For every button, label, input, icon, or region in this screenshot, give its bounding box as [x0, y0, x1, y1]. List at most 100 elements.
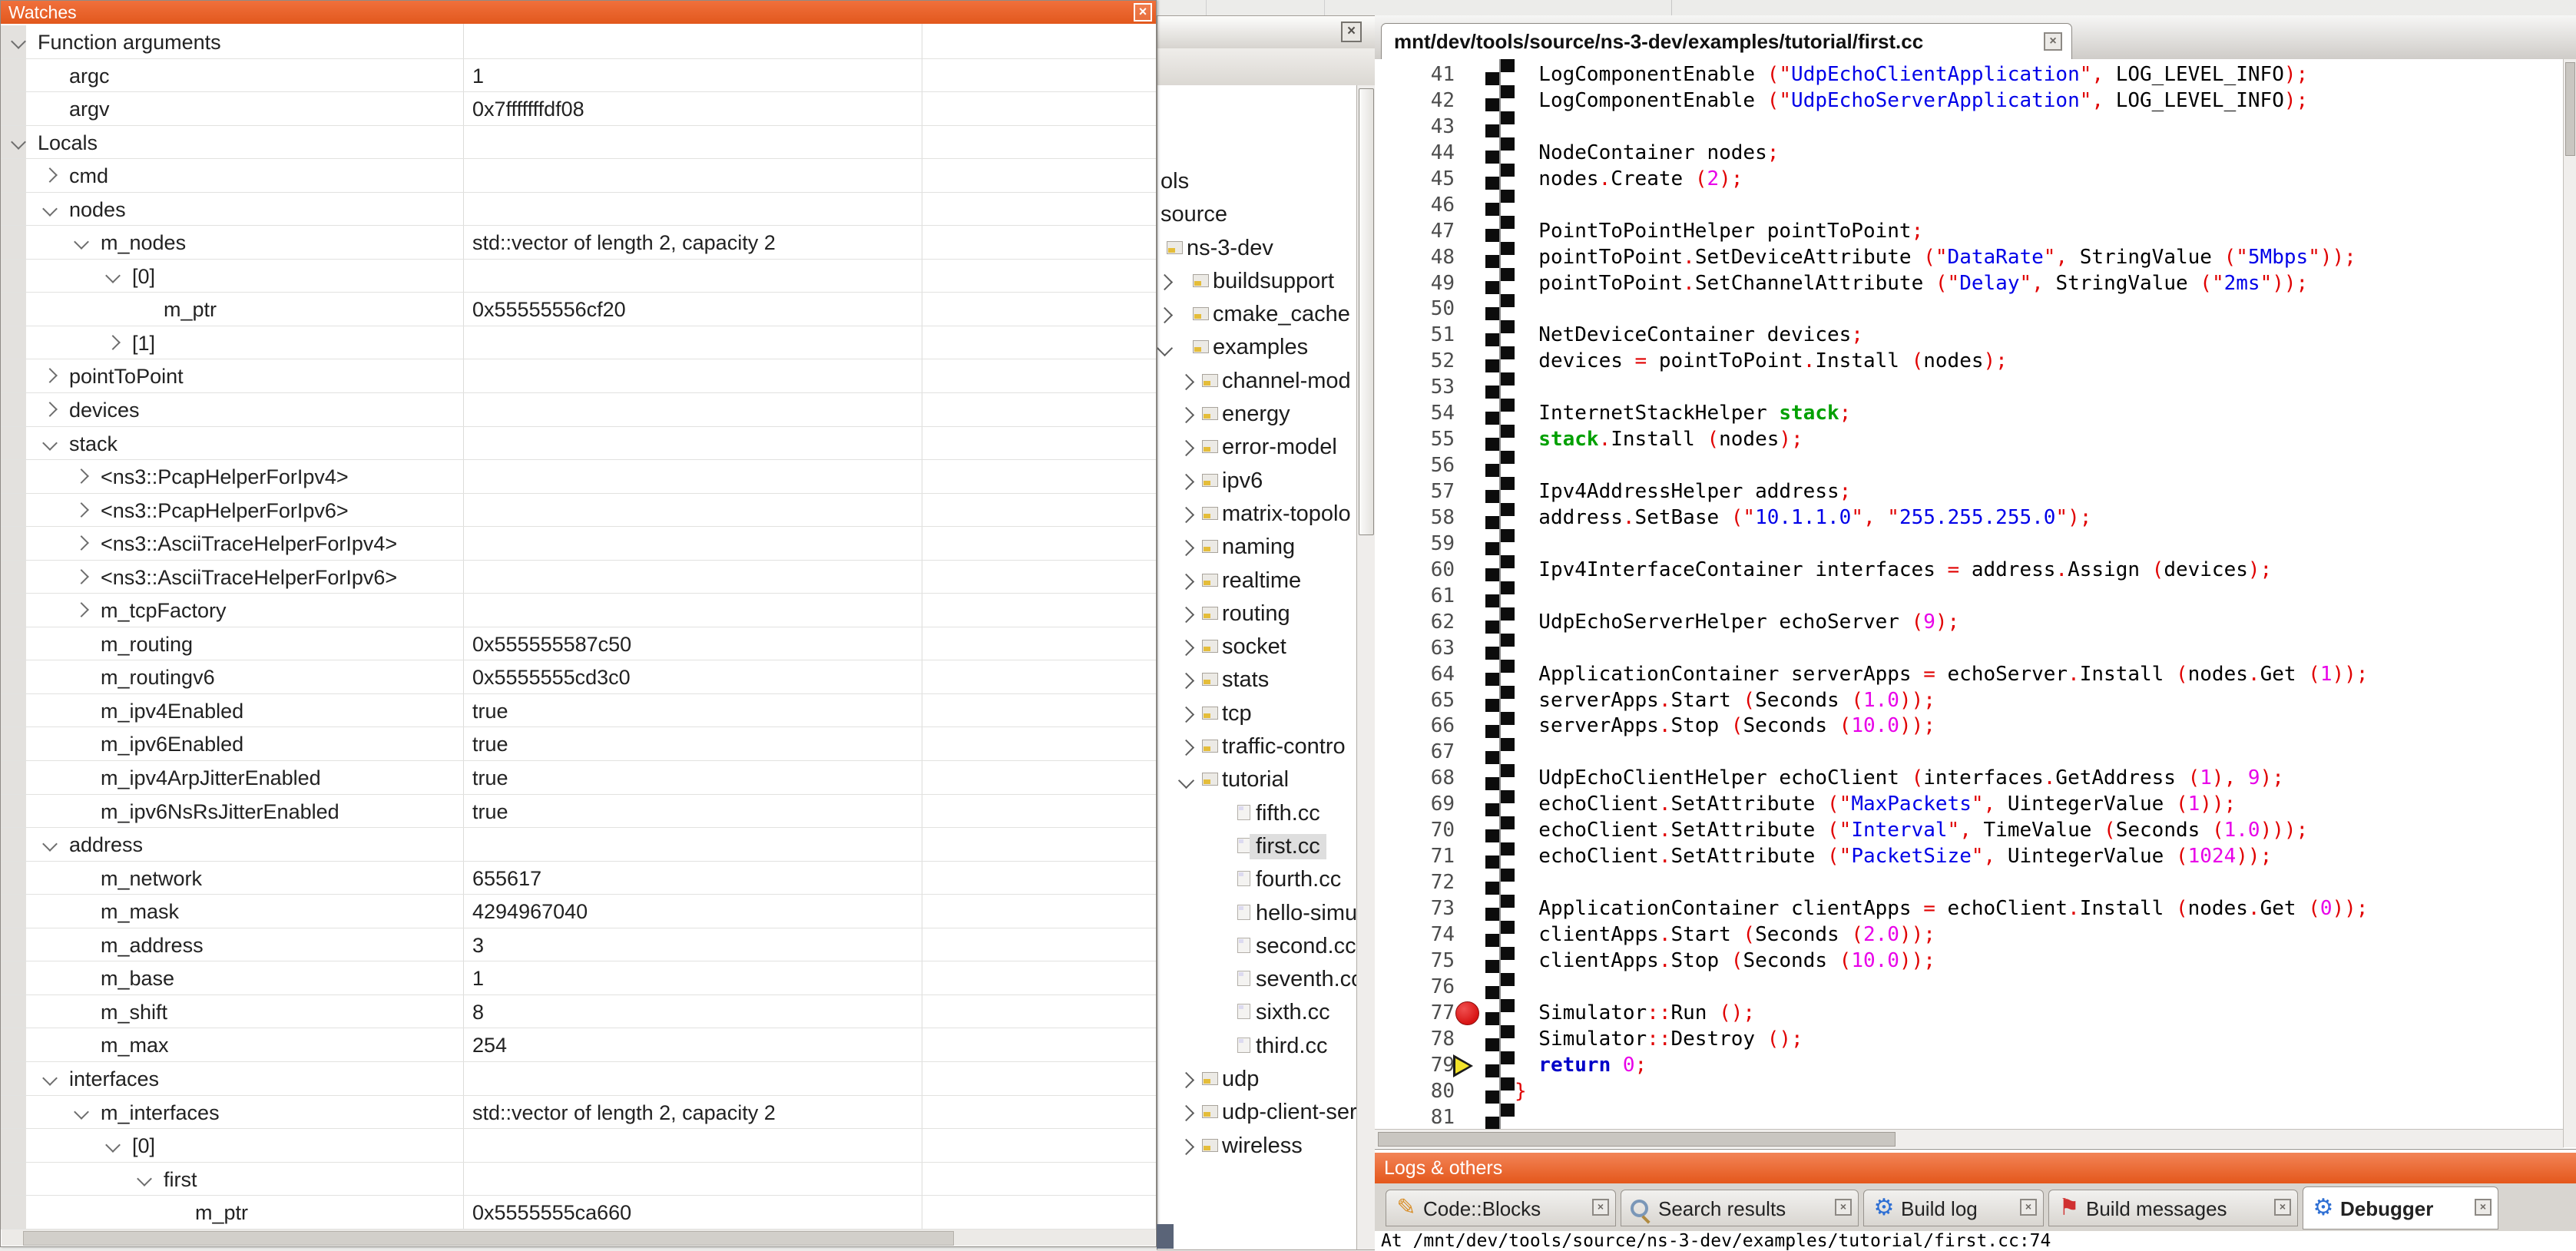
- chevron-right-icon[interactable]: [74, 502, 89, 518]
- line-number[interactable]: 49: [1419, 271, 1455, 297]
- watch-row[interactable]: m_address3: [1, 928, 1156, 962]
- watch-row[interactable]: [0]: [1, 1129, 1156, 1163]
- code-line[interactable]: 46: [1375, 193, 2564, 219]
- scrollbar-thumb[interactable]: [1359, 88, 1374, 535]
- line-number[interactable]: 52: [1419, 349, 1455, 375]
- chevron-right-icon[interactable]: [105, 335, 121, 350]
- chevron-right-icon[interactable]: [1178, 640, 1194, 656]
- chevron-right-icon[interactable]: [74, 569, 89, 584]
- code-line[interactable]: 51 NetDeviceContainer devices;: [1375, 323, 2564, 349]
- watch-row[interactable]: <ns3::AsciiTraceHelperForIpv6>: [1, 561, 1156, 594]
- line-number[interactable]: 70: [1419, 818, 1455, 844]
- line-number[interactable]: 63: [1419, 636, 1455, 662]
- tree-item-wireless[interactable]: wireless: [1157, 1130, 1357, 1163]
- line-number[interactable]: 58: [1419, 505, 1455, 531]
- watch-row[interactable]: m_ipv4Enabledtrue: [1, 694, 1156, 728]
- chevron-right-icon[interactable]: [1178, 540, 1194, 556]
- code-line[interactable]: 76: [1375, 975, 2564, 1001]
- chevron-right-icon[interactable]: [42, 369, 58, 384]
- chevron-down-icon[interactable]: [11, 34, 26, 49]
- code-editor[interactable]: 41 LogComponentEnable ("UdpEchoClientApp…: [1375, 59, 2564, 1129]
- tree-item-ols[interactable]: ols: [1157, 165, 1357, 198]
- watch-row[interactable]: first: [1, 1163, 1156, 1196]
- watch-row[interactable]: m_routing0x555555587c50: [1, 627, 1156, 661]
- watch-row[interactable]: devices: [1, 393, 1156, 427]
- code-line[interactable]: 74 clientApps.Start (Seconds (2.0));: [1375, 922, 2564, 948]
- watch-row[interactable]: m_ipv4ArpJitterEnabledtrue: [1, 761, 1156, 795]
- code-line[interactable]: 68 UdpEchoClientHelper echoClient (inter…: [1375, 766, 2564, 792]
- logs-tab-search-results[interactable]: Search results×: [1621, 1190, 1859, 1226]
- watch-row[interactable]: Locals: [1, 126, 1156, 160]
- line-number[interactable]: 68: [1419, 766, 1455, 792]
- watch-row[interactable]: <ns3::AsciiTraceHelperForIpv4>: [1, 527, 1156, 561]
- line-number[interactable]: 62: [1419, 610, 1455, 636]
- tree-item-socket[interactable]: socket: [1157, 630, 1357, 664]
- line-number[interactable]: 55: [1419, 427, 1455, 453]
- chevron-down-icon[interactable]: [105, 268, 121, 283]
- file-tree[interactable]: olssourcens-3-devbuildsupportcmake_cache…: [1157, 85, 1357, 1249]
- close-icon[interactable]: ×: [2020, 1199, 2037, 1216]
- logs-tab-build-log[interactable]: ⚙Build log×: [1863, 1190, 2044, 1226]
- tree-item-sixth-cc[interactable]: sixth.cc: [1157, 996, 1357, 1029]
- chevron-right-icon[interactable]: [42, 402, 58, 417]
- chevron-right-icon[interactable]: [1178, 407, 1194, 423]
- chevron-down-icon[interactable]: [42, 201, 58, 217]
- watch-row[interactable]: [1]: [1, 326, 1156, 360]
- tree-item-ipv6[interactable]: ipv6: [1157, 465, 1357, 498]
- chevron-right-icon[interactable]: [1178, 474, 1194, 490]
- chevron-down-icon[interactable]: [74, 1104, 89, 1120]
- watches-horizontal-scrollbar[interactable]: [2, 1229, 1155, 1246]
- chevron-down-icon[interactable]: [42, 836, 58, 852]
- chevron-right-icon[interactable]: [1178, 1139, 1194, 1155]
- code-line[interactable]: 78 Simulator::Destroy ();: [1375, 1027, 2564, 1053]
- chevron-right-icon[interactable]: [1157, 274, 1173, 290]
- close-icon[interactable]: ×: [2044, 32, 2062, 51]
- watch-row[interactable]: m_network655617: [1, 862, 1156, 895]
- resize-grip[interactable]: [1157, 1224, 1174, 1249]
- line-number[interactable]: 65: [1419, 688, 1455, 714]
- watch-row[interactable]: m_shift8: [1, 995, 1156, 1029]
- code-line[interactable]: 43: [1375, 114, 2564, 141]
- watch-row[interactable]: m_tcpFactory: [1, 594, 1156, 627]
- line-number[interactable]: 54: [1419, 401, 1455, 427]
- close-icon[interactable]: ×: [2475, 1199, 2492, 1216]
- watch-row[interactable]: m_ipv6Enabledtrue: [1, 727, 1156, 761]
- line-number[interactable]: 71: [1419, 844, 1455, 870]
- watch-row[interactable]: m_ptr0x5555555ca660: [1, 1196, 1156, 1229]
- chevron-right-icon[interactable]: [1178, 1072, 1194, 1088]
- line-number[interactable]: 56: [1419, 453, 1455, 479]
- code-line[interactable]: 75 clientApps.Stop (Seconds (10.0));: [1375, 948, 2564, 975]
- editor-horizontal-scrollbar[interactable]: [1375, 1129, 2564, 1148]
- close-icon[interactable]: ×: [1835, 1199, 1852, 1216]
- tree-item-channel-mod[interactable]: channel-mod: [1157, 365, 1357, 398]
- code-line[interactable]: 61: [1375, 584, 2564, 610]
- line-number[interactable]: 61: [1419, 584, 1455, 610]
- watch-row[interactable]: cmd: [1, 159, 1156, 193]
- watches-table[interactable]: Function argumentsargc1argv0x7fffffffdf0…: [1, 24, 1156, 1229]
- chevron-down-icon[interactable]: [137, 1171, 152, 1186]
- code-line[interactable]: 54 InternetStackHelper stack;: [1375, 401, 2564, 427]
- tree-item-seventh-cc[interactable]: seventh.cc: [1157, 963, 1357, 996]
- breakpoint-icon[interactable]: [1455, 1001, 1479, 1025]
- chevron-right-icon[interactable]: [1178, 707, 1194, 723]
- watch-row[interactable]: m_mask4294967040: [1, 895, 1156, 928]
- line-number[interactable]: 80: [1419, 1079, 1455, 1105]
- code-line[interactable]: 80}: [1375, 1079, 2564, 1105]
- logs-tab-debugger[interactable]: ⚙Debugger×: [2303, 1186, 2498, 1229]
- tree-item-fifth-cc[interactable]: fifth.cc: [1157, 797, 1357, 830]
- chevron-right-icon[interactable]: [1178, 440, 1194, 456]
- chevron-down-icon[interactable]: [11, 134, 26, 150]
- code-line[interactable]: 48 pointToPoint.SetDeviceAttribute ("Dat…: [1375, 245, 2564, 271]
- line-number[interactable]: 78: [1419, 1027, 1455, 1053]
- editor-tab-first-cc[interactable]: mnt/dev/tools/source/ns-3-dev/examples/t…: [1381, 23, 2072, 59]
- tree-item-realtime[interactable]: realtime: [1157, 564, 1357, 597]
- chevron-down-icon[interactable]: [74, 234, 89, 250]
- chevron-right-icon[interactable]: [1178, 740, 1194, 756]
- chevron-down-icon[interactable]: [42, 435, 58, 451]
- line-number[interactable]: 57: [1419, 479, 1455, 505]
- watch-row[interactable]: <ns3::PcapHelperForIpv4>: [1, 460, 1156, 494]
- code-line[interactable]: 41 LogComponentEnable ("UdpEchoClientApp…: [1375, 62, 2564, 88]
- tree-item-routing[interactable]: routing: [1157, 597, 1357, 630]
- code-line[interactable]: 50: [1375, 296, 2564, 323]
- tree-item-udp-client-ser[interactable]: udp-client-ser: [1157, 1096, 1357, 1129]
